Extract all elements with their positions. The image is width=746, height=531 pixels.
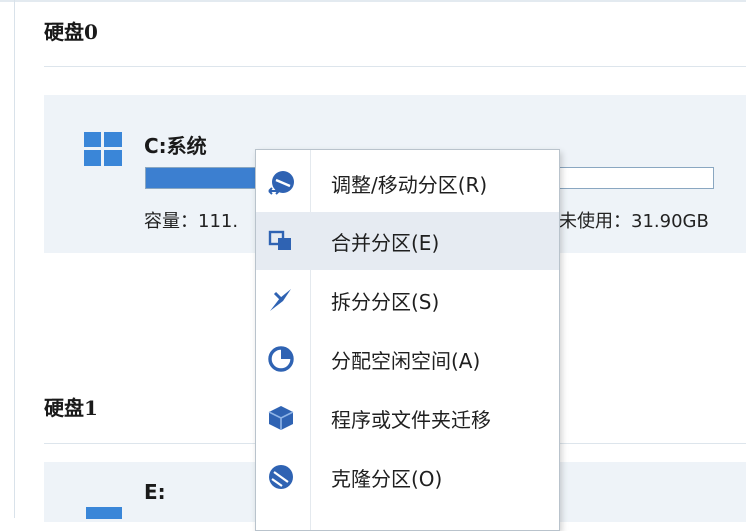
partition-context-menu: 调整/移动分区(R) 合并分区(E) 拆分分区(S) 分配空闲空间(A) 程序或… (255, 149, 560, 531)
menu-item-merge[interactable]: 合并分区(E) (256, 212, 559, 270)
split-icon (270, 289, 291, 311)
window-top-edge (0, 0, 746, 2)
left-panel-divider (14, 0, 15, 518)
disk0-title: 硬盘0 (44, 20, 98, 44)
allocate-space-icon (268, 346, 294, 372)
resize-move-icon (268, 171, 294, 195)
partition-capacity: 容量：111. (144, 211, 239, 232)
menu-item-resize-move[interactable]: 调整/移动分区(R) (256, 154, 559, 212)
menu-item-label: 克隆分区(O) (331, 467, 443, 491)
menu-item-split[interactable]: 拆分分区(S) (256, 271, 559, 329)
clone-icon (269, 465, 293, 489)
menu-item-allocate-space[interactable]: 分配空闲空间(A) (256, 330, 559, 388)
drive-icon (86, 507, 122, 519)
partition-name-c: C:系统 (144, 134, 207, 158)
windows-logo-icon (84, 132, 122, 166)
partition-name-e: E: (144, 480, 166, 504)
menu-item-label: 拆分分区(S) (331, 290, 440, 314)
menu-item-label: 合并分区(E) (331, 231, 440, 255)
menu-item-clone[interactable]: 克隆分区(O) (256, 448, 559, 506)
app-mover-icon (268, 406, 294, 430)
menu-item-app-mover[interactable]: 程序或文件夹迁移 (256, 389, 559, 447)
menu-item-label: 分配空闲空间(A) (331, 349, 481, 373)
disk0-divider (44, 66, 746, 67)
menu-item-label: 程序或文件夹迁移 (331, 408, 491, 432)
partition-free-space: 未使用：31.90GB (559, 211, 709, 232)
merge-icon (268, 230, 291, 250)
disk1-title: 硬盘1 (44, 396, 98, 420)
menu-item-label: 调整/移动分区(R) (331, 173, 488, 197)
